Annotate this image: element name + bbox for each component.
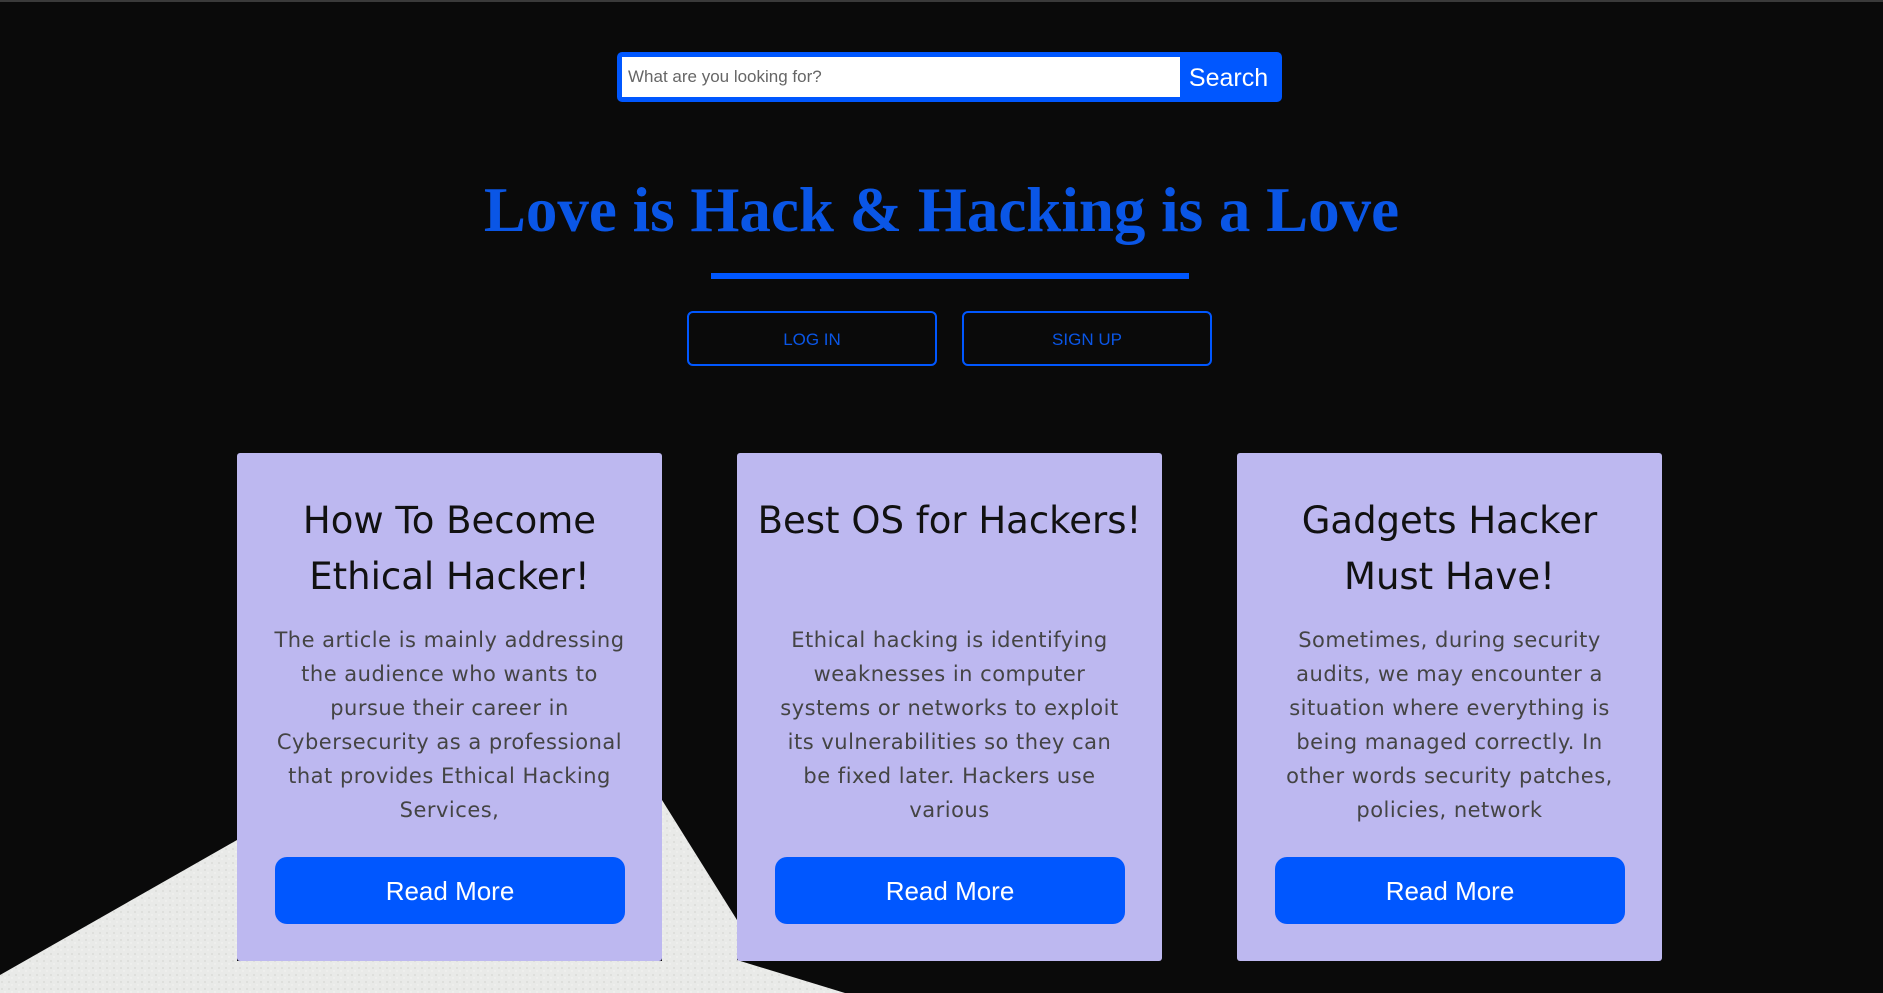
article-card: Best OS for Hackers! Ethical hacking is … xyxy=(737,453,1162,961)
article-card: Gadgets Hacker Must Have! Sometimes, dur… xyxy=(1237,453,1662,961)
search-input[interactable] xyxy=(622,57,1180,97)
read-more-button[interactable]: Read More xyxy=(275,857,625,924)
card-title: How To Become Ethical Hacker! xyxy=(302,499,597,598)
signup-button[interactable]: SIGN UP xyxy=(962,311,1212,366)
page-title: Love is Hack & Hacking is a Love xyxy=(483,175,1400,245)
search-bar: Search xyxy=(617,52,1282,102)
card-title: Gadgets Hacker Must Have! xyxy=(1301,499,1598,598)
read-more-button[interactable]: Read More xyxy=(775,857,1125,924)
card-excerpt: Ethical hacking is identifying weaknesse… xyxy=(780,628,1119,822)
title-underline xyxy=(711,273,1189,279)
read-more-button[interactable]: Read More xyxy=(1275,857,1625,924)
card-title: Best OS for Hackers! xyxy=(757,499,1142,542)
search-button[interactable]: Search xyxy=(1180,57,1277,97)
top-border xyxy=(0,0,1883,2)
card-excerpt: Sometimes, during security audits, we ma… xyxy=(1286,628,1613,822)
card-excerpt: The article is mainly addressing the aud… xyxy=(274,628,625,822)
login-button[interactable]: LOG IN xyxy=(687,311,937,366)
article-card: How To Become Ethical Hacker! The articl… xyxy=(237,453,662,961)
